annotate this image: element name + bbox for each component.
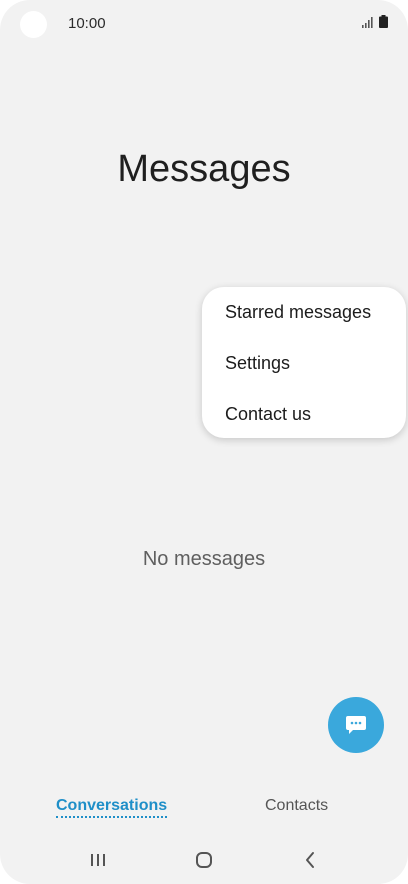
tab-contacts[interactable]: Contacts xyxy=(265,797,328,815)
battery-icon xyxy=(379,15,388,28)
status-time: 10:00 xyxy=(68,15,106,32)
status-bar: 10:00 xyxy=(0,0,408,48)
home-icon[interactable] xyxy=(192,848,216,872)
signal-icon xyxy=(362,17,373,28)
menu-item-settings[interactable]: Settings xyxy=(202,338,406,388)
overflow-menu: Starred messages Settings Contact us xyxy=(202,287,406,438)
phone-screen: 10:00 Messages Starred messages Settings… xyxy=(0,0,408,884)
recent-apps-icon[interactable] xyxy=(86,848,110,872)
compose-message-button[interactable] xyxy=(328,697,384,753)
chat-bubble-icon xyxy=(346,716,366,734)
empty-state-text: No messages xyxy=(142,548,266,570)
camera-cutout xyxy=(20,11,47,38)
bottom-tab-bar: Conversations Contacts xyxy=(0,790,408,830)
back-icon[interactable] xyxy=(298,848,322,872)
tab-conversations[interactable]: Conversations xyxy=(56,797,168,818)
menu-item-starred-messages[interactable]: Starred messages xyxy=(202,287,406,337)
menu-item-contact-us[interactable]: Contact us xyxy=(202,389,406,439)
system-nav-bar xyxy=(0,836,408,884)
page-title: Messages xyxy=(117,148,291,190)
